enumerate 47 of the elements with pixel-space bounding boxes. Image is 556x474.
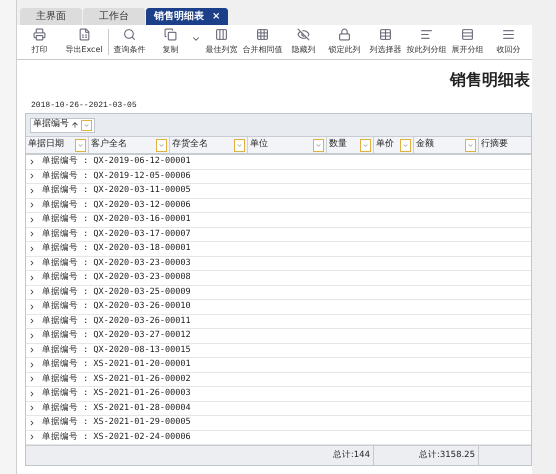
group-row[interactable]: 单据编号 : QX-2020-03-11-00005 [26, 184, 531, 198]
column-header[interactable]: 单位 [248, 137, 327, 153]
toolbar-button[interactable]: 导出Excel [60, 25, 108, 59]
group-row[interactable]: 单据编号 : QX-2020-08-13-00015 [26, 344, 531, 358]
toolbar-button[interactable]: 列选择器 [365, 25, 406, 59]
group-row[interactable]: 单据编号 : XS-2021-01-29-00005 [26, 416, 531, 430]
group-row[interactable]: 单据编号 : QX-2020-03-23-00003 [26, 256, 531, 271]
group-row[interactable]: 单据编号 : XS-2021-01-28-00004 [26, 402, 531, 416]
toolbar-button[interactable]: 最佳列宽 [201, 25, 242, 59]
group-row[interactable]: 单据编号 : QX-2019-12-05-00006 [26, 170, 531, 184]
column-header[interactable]: 单价 [374, 137, 414, 153]
column-header[interactable]: 存货全名 [170, 137, 248, 153]
tab[interactable]: 主界面 [20, 8, 82, 25]
column-header[interactable]: 单据日期 [26, 137, 89, 153]
close-tab-button[interactable]: × [212, 9, 220, 24]
group-row[interactable]: 单据编号 : XS-2021-01-26-00002 [26, 372, 531, 387]
toolbar-button[interactable]: 隐藏列 [283, 25, 324, 59]
toolbar-button[interactable]: 锁定此列 [324, 25, 365, 59]
group-row[interactable]: 单据编号 : XS-2021-01-26-00003 [26, 387, 531, 402]
group-row[interactable]: 单据编号 : QX-2020-03-12-00006 [26, 198, 531, 213]
group-row[interactable]: 单据编号 : QX-2020-03-17-00007 [26, 228, 531, 242]
toolbar-button[interactable]: 复制 [150, 25, 191, 59]
toolbar-button[interactable]: 合并相同值 [242, 25, 283, 59]
date-range: 2018-10-26--2021-03-05 [31, 100, 137, 112]
quantity-total: 总计:144 [332, 449, 370, 462]
group-chip[interactable]: 单据编号 [30, 118, 95, 132]
group-row[interactable]: 单据编号 : QX-2020-03-18-00001 [26, 242, 531, 256]
tab[interactable]: 工作台 [83, 8, 145, 25]
group-row[interactable]: 单据编号 : QX-2020-03-26-00010 [26, 300, 531, 314]
toolbar-button[interactable]: 展开分组 [447, 25, 488, 59]
report-title: 销售明细表 [450, 69, 530, 91]
column-header[interactable]: 金额 [414, 137, 479, 153]
group-row[interactable]: 单据编号 : QX-2020-03-26-00011 [26, 314, 531, 329]
toolbar-button[interactable]: 查询条件 [109, 25, 150, 59]
amount-total: 总计:3158.25 [418, 449, 475, 462]
tab[interactable]: 销售明细表 × [146, 8, 228, 25]
column-header[interactable]: 数量 [327, 137, 374, 153]
toolbar-button[interactable]: 按此列分组 [406, 25, 447, 59]
toolbar-button[interactable]: 收回分 [488, 25, 529, 59]
group-row[interactable]: 单据编号 : XS-2021-01-20-00001 [26, 358, 531, 372]
group-row[interactable]: 单据编号 : QX-2019-06-12-00001 [26, 155, 531, 170]
group-row[interactable]: 单据编号 : QX-2020-03-23-00008 [26, 271, 531, 286]
column-header[interactable]: 客户全名 [89, 137, 170, 153]
toolbar-button[interactable]: 打印 [19, 25, 60, 59]
group-row[interactable]: 单据编号 : QX-2020-03-16-00001 [26, 213, 531, 228]
group-row[interactable]: 单据编号 : QX-2020-03-25-00009 [26, 286, 531, 300]
group-row[interactable]: 单据编号 : QX-2020-03-27-00012 [26, 329, 531, 344]
